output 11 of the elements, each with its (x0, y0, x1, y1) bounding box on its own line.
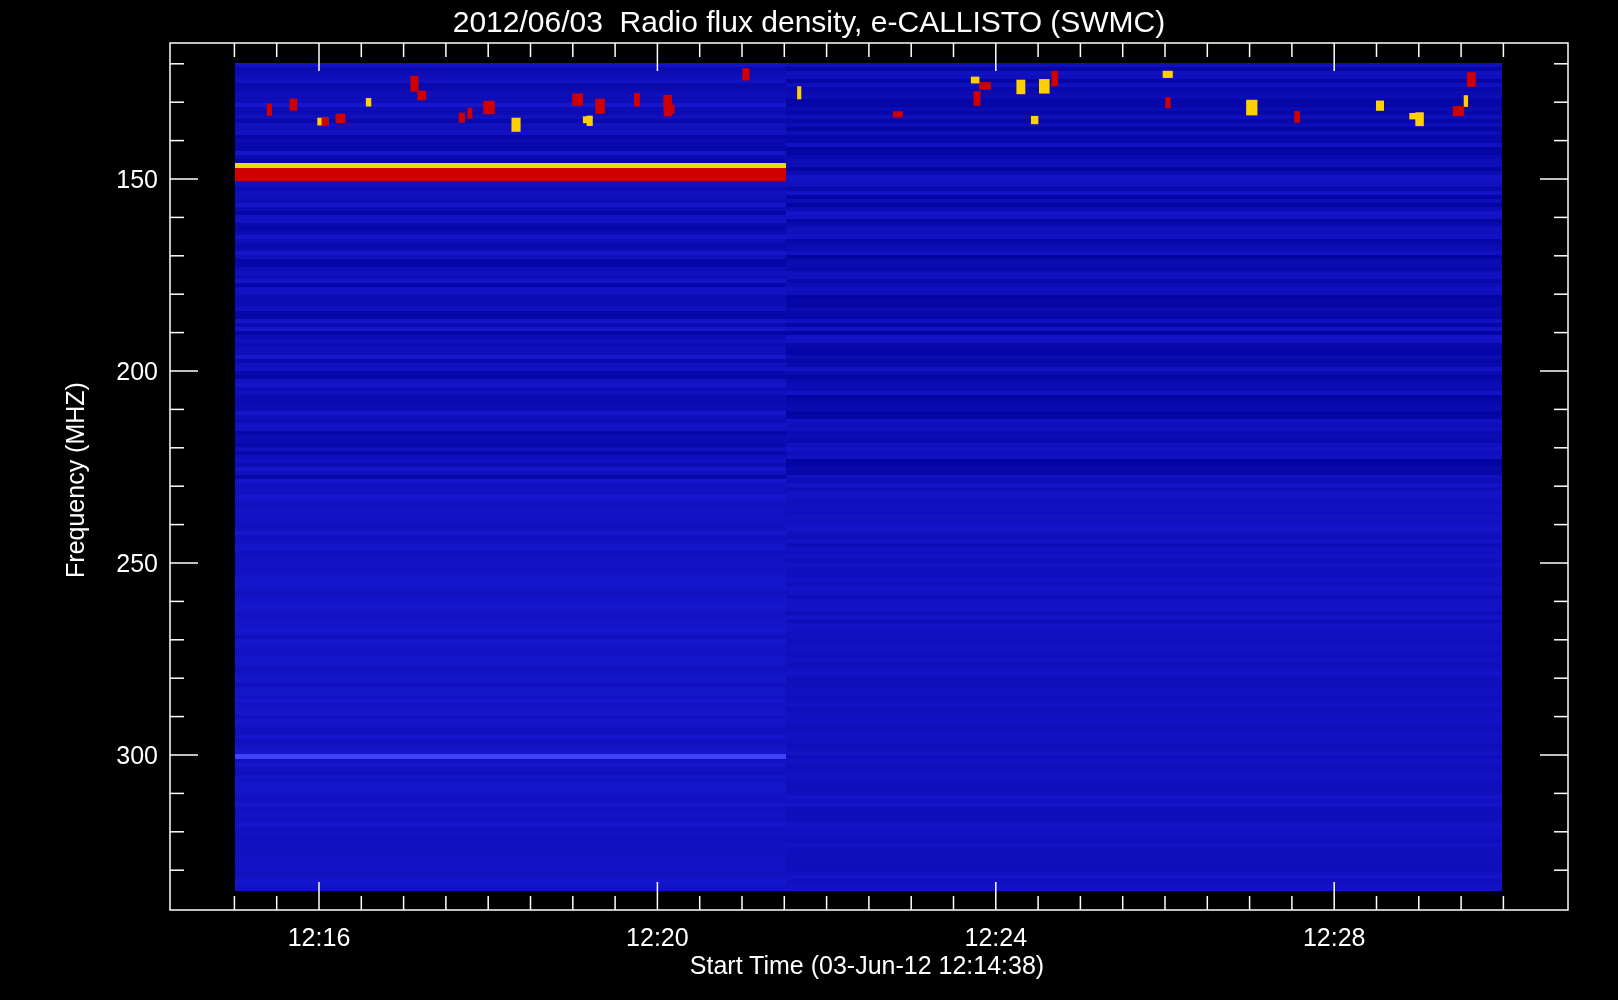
x-tick-label: 12:16 (287, 923, 351, 951)
y-axis-label: Frequency (MHZ) (61, 382, 89, 578)
y-tick-label: 150 (116, 165, 158, 193)
x-axis-label: Start Time (03-Jun-12 12:14:38) (689, 951, 1045, 979)
y-tick-label: 200 (116, 357, 158, 385)
y-tick-label: 250 (116, 549, 158, 577)
x-tick-label: 12:20 (626, 923, 689, 951)
x-tick-label: 12:28 (1302, 923, 1366, 951)
y-tick-label: 300 (116, 741, 158, 769)
x-tick-label: 12:24 (964, 923, 1028, 951)
chart-title: 2012/06/03 Radio flux density, e-CALLISTO (SWMC) (452, 5, 1166, 38)
